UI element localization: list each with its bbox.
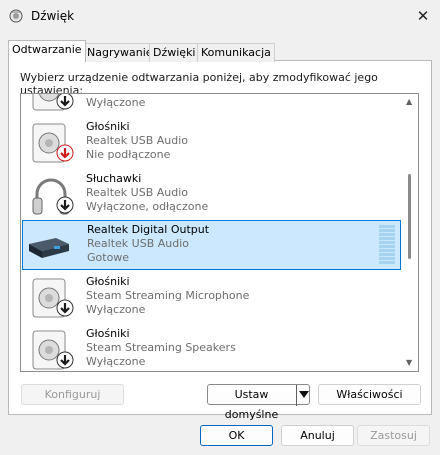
list-scrollbar[interactable]: ▲ ▼: [402, 94, 418, 371]
tab-playback[interactable]: Odtwarzanie: [8, 40, 86, 62]
device-status: Wyłączone: [86, 355, 146, 368]
down-arrow-icon: [56, 351, 74, 369]
window-title: Dźwięk: [31, 9, 75, 23]
cancel-button[interactable]: Anuluj: [281, 425, 354, 446]
tab-recording[interactable]: Nagrywanie: [83, 43, 157, 62]
device-list[interactable]: Wyłączone Głośniki Realtek USB Audio Nie…: [20, 93, 419, 372]
apply-button[interactable]: Zastosuj: [357, 425, 430, 446]
tab-sounds[interactable]: Dźwięki: [149, 43, 200, 62]
scrollbar-thumb[interactable]: [408, 174, 411, 259]
device-name: Słuchawki: [86, 172, 142, 185]
list-item-device[interactable]: Głośniki Steam Streaming Microphone Wyłą…: [21, 272, 402, 324]
device-name: Realtek Digital Output: [87, 223, 210, 236]
scroll-up-icon[interactable]: ▲: [406, 97, 412, 106]
close-icon[interactable]: ✕: [413, 6, 433, 26]
device-status: Wyłączone, odłączone: [86, 200, 209, 213]
device-name: Głośniki: [86, 327, 130, 340]
device-name: Głośniki: [86, 275, 130, 288]
list-item-device[interactable]: Wyłączone: [21, 94, 402, 117]
volume-meter: [379, 225, 395, 266]
tab-communication[interactable]: Komunikacja: [197, 43, 275, 62]
chevron-down-icon: [299, 391, 309, 398]
list-item-device-selected[interactable]: Realtek Digital Output Realtek USB Audio…: [22, 220, 401, 270]
device-name: Głośniki: [86, 120, 130, 133]
device-driver: Realtek USB Audio: [87, 237, 190, 250]
down-arrow-icon: [56, 196, 74, 214]
down-arrow-icon: [56, 94, 74, 110]
device-status: Wyłączone: [86, 303, 146, 316]
digital-output-icon: [29, 238, 69, 258]
device-status: Gotowe: [87, 251, 130, 264]
list-item-device[interactable]: Głośniki Steam Streaming Speakers Wyłącz…: [21, 324, 402, 371]
device-driver: Realtek USB Audio: [86, 186, 189, 199]
list-item-device[interactable]: Słuchawki Realtek USB Audio Wyłączone, o…: [21, 169, 402, 221]
device-driver: Steam Streaming Microphone: [86, 289, 250, 302]
scroll-down-icon[interactable]: ▼: [406, 358, 412, 367]
device-driver: Steam Streaming Speakers: [86, 341, 236, 354]
list-item-device[interactable]: Głośniki Realtek USB Audio Nie podłączon…: [21, 117, 402, 169]
device-status: Wyłączone: [86, 96, 146, 109]
device-status: Nie podłączone: [86, 148, 171, 161]
red-down-arrow-icon: [56, 144, 74, 162]
configure-button[interactable]: Konfiguruj: [21, 384, 124, 405]
down-arrow-icon: [56, 299, 74, 317]
properties-button[interactable]: Właściwości: [318, 384, 421, 405]
title-bar: Dźwięk ✕: [0, 0, 440, 32]
speaker-app-icon: [9, 9, 23, 23]
device-driver: Realtek USB Audio: [86, 134, 189, 147]
ok-button[interactable]: OK: [200, 425, 273, 446]
set-default-dropdown[interactable]: [296, 385, 310, 406]
set-default-button[interactable]: Ustaw domyślne: [207, 384, 310, 421]
